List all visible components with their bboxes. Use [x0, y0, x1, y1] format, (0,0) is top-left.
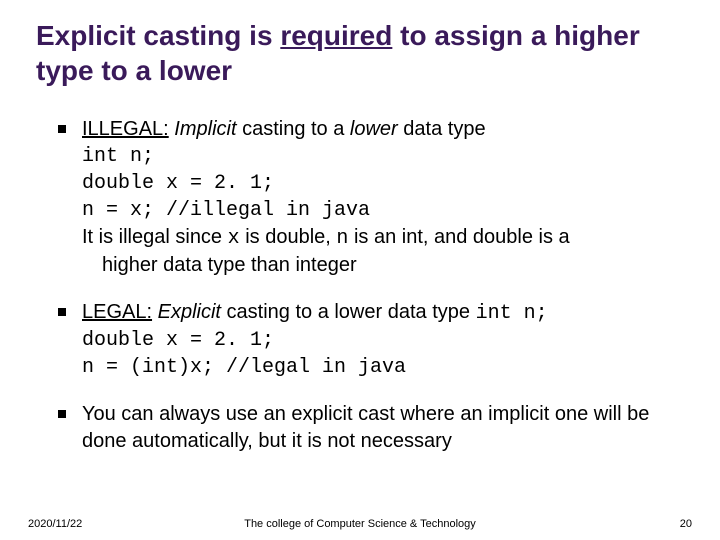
code-line: double x = 2. 1;	[82, 327, 684, 354]
bullet-note: You can always use an explicit cast wher…	[58, 401, 684, 455]
bullet-legal: LEGAL: Explicit casting to a lower data …	[58, 299, 684, 381]
illegal-label: ILLEGAL:	[82, 118, 169, 140]
illegal-explain-wrap: higher data type than integer	[82, 252, 684, 279]
slide-title: Explicit casting is required to assign a…	[36, 18, 684, 88]
slide-number: 20	[680, 518, 692, 530]
code-line: n = (int)x; //legal in java	[82, 354, 684, 381]
note-text: You can always use an explicit cast wher…	[82, 403, 649, 452]
footer-org: The college of Computer Science & Techno…	[28, 518, 692, 530]
code-line: int n;	[82, 143, 684, 170]
title-underlined: required	[280, 20, 392, 51]
legal-emph: Explicit	[158, 301, 221, 323]
footer-date: 2020/11/22	[28, 518, 82, 530]
code-line: n = x; //illegal in java	[82, 197, 684, 224]
legal-label: LEGAL:	[82, 301, 152, 323]
illegal-emph: Implicit	[174, 118, 236, 140]
bullet-illegal: ILLEGAL: Implicit casting to a lower dat…	[58, 116, 684, 279]
slide: Explicit casting is required to assign a…	[0, 0, 720, 540]
bullet-list: ILLEGAL: Implicit casting to a lower dat…	[36, 116, 684, 455]
illegal-explain: It is illegal since x is double, n is an…	[82, 224, 684, 252]
footer: 2020/11/22 The college of Computer Scien…	[0, 518, 720, 530]
code-line: double x = 2. 1;	[82, 170, 684, 197]
title-pre: Explicit casting is	[36, 20, 280, 51]
